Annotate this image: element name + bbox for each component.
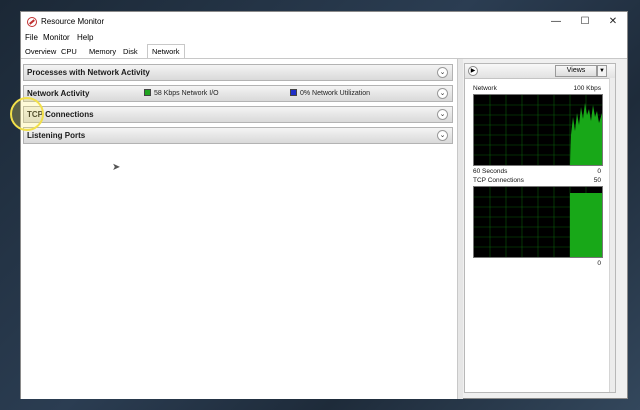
network-graph (473, 94, 603, 166)
sections-pane: Processes with Network Activity ⌄ Networ… (21, 59, 457, 399)
network-utilization-text: 0% Network Utilization (300, 90, 371, 97)
graphs-toolbar: ▶ Views ▼ (465, 64, 615, 79)
resource-monitor-window: Resource Monitor — ☐ ✕ File Monitor Help… (20, 11, 628, 399)
tcp-connections-area (570, 193, 602, 257)
tcp-graph-min: 0 (597, 260, 601, 267)
minimize-button[interactable]: — (543, 14, 569, 30)
menu-bar: File Monitor Help (21, 32, 627, 44)
chevron-down-icon[interactable]: ⌄ (437, 109, 448, 120)
graphs-scrollbar[interactable] (609, 78, 615, 392)
tab-memory[interactable]: Memory (89, 46, 116, 58)
section-listening-ports[interactable]: Listening Ports ⌄ (23, 127, 453, 144)
network-io-swatch (144, 89, 151, 96)
network-utilization-legend: 0% Network Utilization (290, 89, 370, 97)
tcp-connections-graph (473, 186, 603, 258)
tab-network[interactable]: Network (147, 44, 185, 58)
network-graph-title: Network (473, 85, 497, 92)
network-graph-min: 0 (597, 168, 601, 175)
network-io-legend: 58 Kbps Network I/O (144, 89, 219, 97)
maximize-button[interactable]: ☐ (572, 14, 598, 30)
section-title: Processes with Network Activity (27, 68, 150, 77)
section-title: Listening Ports (27, 131, 86, 140)
network-utilization-swatch (290, 89, 297, 96)
pane-splitter[interactable] (457, 59, 463, 399)
window-title: Resource Monitor (41, 17, 105, 26)
menu-help[interactable]: Help (77, 33, 93, 42)
chevron-down-icon[interactable]: ⌄ (437, 88, 448, 99)
network-activity-area (570, 103, 602, 165)
tcp-graph-max: 50 (593, 177, 601, 184)
graphs-panel: ▶ Views ▼ Network 100 Kbps 60 Seconds 0 … (464, 63, 616, 393)
menu-file[interactable]: File (25, 33, 38, 42)
network-io-text: 58 Kbps Network I/O (154, 90, 219, 97)
menu-monitor[interactable]: Monitor (43, 33, 70, 42)
section-tcp-connections[interactable]: TCP Connections ⌄ (23, 106, 453, 123)
tcp-graph-canvas (474, 187, 602, 257)
section-title: Network Activity (27, 89, 90, 98)
tab-cpu[interactable]: CPU (61, 46, 77, 58)
network-graph-time: 60 Seconds (473, 168, 508, 175)
section-network-activity[interactable]: Network Activity 58 Kbps Network I/O 0% … (23, 85, 453, 102)
collapse-panel-icon[interactable]: ▶ (468, 66, 478, 76)
tab-overview[interactable]: Overview (25, 46, 56, 58)
chevron-down-icon[interactable]: ⌄ (437, 67, 448, 78)
highlight-circle (10, 97, 44, 131)
title-bar: Resource Monitor — ☐ ✕ (21, 12, 627, 32)
tab-disk[interactable]: Disk (123, 46, 138, 58)
chevron-down-icon[interactable]: ⌄ (437, 130, 448, 141)
close-button[interactable]: ✕ (600, 14, 626, 30)
section-processes-network-activity[interactable]: Processes with Network Activity ⌄ (23, 64, 453, 81)
views-button[interactable]: Views (555, 65, 597, 77)
network-graph-max: 100 Kbps (573, 85, 601, 92)
tcp-graph-title: TCP Connections (473, 177, 524, 184)
mouse-cursor-icon: ➤ (112, 162, 121, 173)
resource-monitor-icon (27, 17, 37, 27)
views-dropdown-icon[interactable]: ▼ (597, 65, 607, 77)
network-graph-canvas (474, 95, 602, 165)
tab-bar: Overview CPU Memory Disk Network (21, 44, 627, 59)
